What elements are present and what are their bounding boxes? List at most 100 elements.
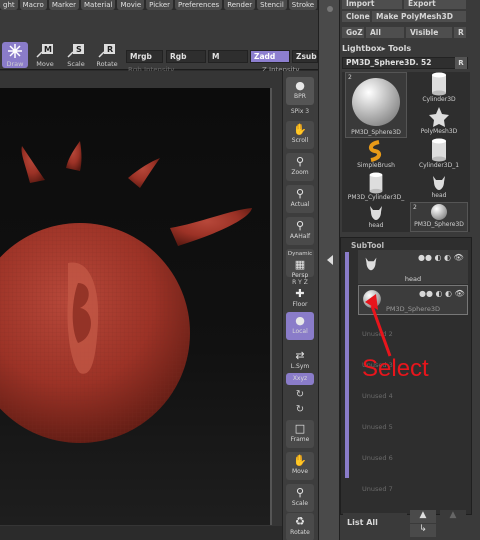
menu-movie[interactable]: Movie bbox=[117, 0, 145, 10]
scale-button[interactable]: S Scale bbox=[63, 42, 89, 68]
scale-magnifier-icon: ⚲ bbox=[295, 486, 305, 499]
rgb-button[interactable]: Rgb bbox=[166, 50, 206, 63]
rotate-button[interactable]: R Rotate bbox=[94, 42, 120, 68]
scroll-label: Scroll bbox=[291, 137, 309, 144]
arrow-down-icon: ↳ bbox=[419, 524, 427, 534]
svg-text:S: S bbox=[76, 45, 82, 54]
clone-button[interactable]: Clone bbox=[342, 11, 370, 22]
tool-head[interactable]: head bbox=[410, 172, 468, 202]
tool-pm3d-sphere3d-2[interactable]: 2 PM3D_Sphere3D bbox=[410, 202, 468, 232]
menu-picker[interactable]: Picker bbox=[146, 0, 174, 10]
select-annotation: Select bbox=[362, 355, 429, 382]
persp-button[interactable]: Dynamic ▦ Persp bbox=[286, 249, 314, 279]
menu-stroke[interactable]: Stroke bbox=[288, 0, 318, 10]
list-all-button[interactable]: List All bbox=[343, 513, 407, 535]
visible-button[interactable]: Visible bbox=[406, 27, 452, 38]
tool-pm3d-sphere3d[interactable]: 2 PM3D_Sphere3D bbox=[345, 72, 407, 138]
draw-button[interactable]: Draw bbox=[2, 42, 28, 68]
export-button[interactable]: Export bbox=[404, 0, 466, 9]
subtool-name: Unused 7 bbox=[362, 485, 393, 493]
local-button[interactable]: ● Local bbox=[286, 312, 314, 340]
svg-text:M: M bbox=[44, 45, 52, 54]
goz-button[interactable]: GoZ bbox=[342, 27, 364, 38]
arrow-up-icon: ▲ bbox=[449, 510, 457, 520]
zoom-button[interactable]: ⚲ Zoom bbox=[286, 153, 314, 181]
lsym-icon: ⇄ bbox=[295, 349, 305, 362]
tool-badge: 2 bbox=[348, 74, 352, 81]
tool-cylinder3d[interactable]: Cylinder3D bbox=[410, 72, 468, 106]
right-shelf: ● BPR SPix 3 ✋ Scroll ⚲ Zoom ⚲ Actual ⚲ … bbox=[282, 71, 318, 540]
frame-button[interactable]: □ Frame bbox=[286, 420, 314, 448]
move-button[interactable]: M Move bbox=[32, 42, 58, 68]
tool-label: SimpleBrush bbox=[357, 162, 395, 169]
subtool-slot-unused[interactable]: Unused 6 bbox=[358, 442, 468, 471]
subtool-slot-head[interactable]: ●● ◐ ◐ 👁 head bbox=[358, 250, 468, 284]
menu-preferences[interactable]: Preferences bbox=[175, 0, 223, 10]
collapse-arrow-icon[interactable] bbox=[327, 255, 333, 265]
zsub-button[interactable]: Zsub bbox=[292, 50, 318, 63]
all-button[interactable]: All bbox=[366, 27, 404, 38]
subtool-name: Unused 6 bbox=[362, 454, 393, 462]
import-button[interactable]: Import bbox=[342, 0, 402, 9]
tool-simplebrush[interactable]: SimpleBrush bbox=[345, 140, 407, 172]
subtool-slot-unused[interactable]: Unused 7 bbox=[358, 473, 468, 502]
move-up-button[interactable]: ▲ bbox=[410, 510, 436, 523]
subtool-slot-unused[interactable]: Unused 4 bbox=[358, 380, 468, 409]
gutter-dot[interactable] bbox=[327, 6, 333, 12]
panel-gutter bbox=[318, 0, 340, 540]
tool-cylinder3d-1[interactable]: Cylinder3D_1 bbox=[410, 138, 468, 172]
cylinder-icon bbox=[432, 138, 446, 162]
lightbox-tools-button[interactable]: Lightbox▸ Tools bbox=[342, 44, 467, 55]
aahalf-icon: ⚲ bbox=[295, 219, 305, 232]
move-down-button[interactable]: ↳ bbox=[410, 524, 436, 537]
rotate-axis-icon-2[interactable]: ↻ bbox=[283, 404, 317, 415]
tool-polymesh3d[interactable]: PolyMesh3D bbox=[410, 106, 468, 138]
rotate-axis-icon[interactable]: ↻ bbox=[283, 389, 317, 400]
visibility-toggles[interactable]: ●● ◐ ◐ 👁 bbox=[419, 289, 465, 298]
r-small-button[interactable]: R bbox=[455, 57, 467, 69]
head-icon bbox=[370, 206, 382, 220]
shelf-rotate-button[interactable]: ♻ Rotate bbox=[286, 513, 314, 540]
scroll-button[interactable]: ✋ Scroll bbox=[286, 121, 314, 149]
subtool-slot-unused[interactable]: Unused 5 bbox=[358, 411, 468, 440]
zadd-button[interactable]: Zadd bbox=[250, 50, 290, 63]
persp-icon: ▦ bbox=[294, 258, 306, 271]
m-button[interactable]: M bbox=[208, 50, 248, 63]
menu-light[interactable]: ght bbox=[0, 0, 18, 10]
floor-button[interactable]: ✚ Floor bbox=[286, 285, 314, 313]
clay-sphere-model bbox=[0, 141, 252, 443]
aahalf-button[interactable]: ⚲ AAHalf bbox=[286, 217, 314, 245]
svg-text:R: R bbox=[107, 45, 113, 54]
mrgb-button[interactable]: Mrgb bbox=[126, 50, 163, 63]
tool-pm3d-cylinder3d[interactable]: PM3D_Cylinder3D_ bbox=[345, 172, 407, 202]
r-button[interactable]: R bbox=[454, 27, 466, 38]
bpr-button[interactable]: ● BPR bbox=[286, 77, 314, 105]
actual-label: Actual bbox=[290, 201, 310, 208]
shelf-move-button[interactable]: ✋ Move bbox=[286, 452, 314, 480]
local-label: Local bbox=[292, 328, 308, 335]
make-polymesh-button[interactable]: Make PolyMesh3D bbox=[372, 11, 466, 22]
floor-label: Floor bbox=[292, 301, 308, 308]
menu-macro[interactable]: Macro bbox=[19, 0, 47, 10]
viewport-canvas[interactable] bbox=[0, 88, 272, 525]
xyz-button[interactable]: Xxyz bbox=[286, 373, 314, 385]
tool-head-2[interactable]: head bbox=[345, 202, 407, 232]
visibility-toggles[interactable]: ●● ◐ ◐ 👁 bbox=[418, 253, 464, 262]
menu-stencil[interactable]: Stencil bbox=[257, 0, 287, 10]
menu-marker[interactable]: Marker bbox=[48, 0, 80, 10]
subtool-scrollbar[interactable] bbox=[345, 252, 349, 478]
rotate-sphere-icon: ♻ bbox=[295, 515, 305, 528]
shelf-scale-button[interactable]: ⚲ Scale bbox=[286, 484, 314, 512]
current-tool-slider[interactable]: PM3D_Sphere3D. 52 bbox=[342, 57, 468, 69]
subtool-name: head bbox=[404, 275, 422, 283]
top-toolbar: Draw M Move S Scale R Rotate Mrgb Rgb M … bbox=[0, 10, 318, 74]
actual-button[interactable]: ⚲ Actual bbox=[286, 185, 314, 213]
menu-render[interactable]: Render bbox=[224, 0, 256, 10]
aahalf-label: AAHalf bbox=[289, 233, 311, 240]
lsym-button[interactable]: ⇄ L.Sym bbox=[286, 347, 314, 375]
move-up-disabled-button[interactable]: ▲ bbox=[440, 510, 466, 523]
spix-slider[interactable]: SPix 3 bbox=[283, 108, 317, 115]
head-icon bbox=[433, 176, 445, 190]
persp-label: Persp bbox=[291, 272, 309, 279]
menu-material[interactable]: Material bbox=[81, 0, 116, 10]
